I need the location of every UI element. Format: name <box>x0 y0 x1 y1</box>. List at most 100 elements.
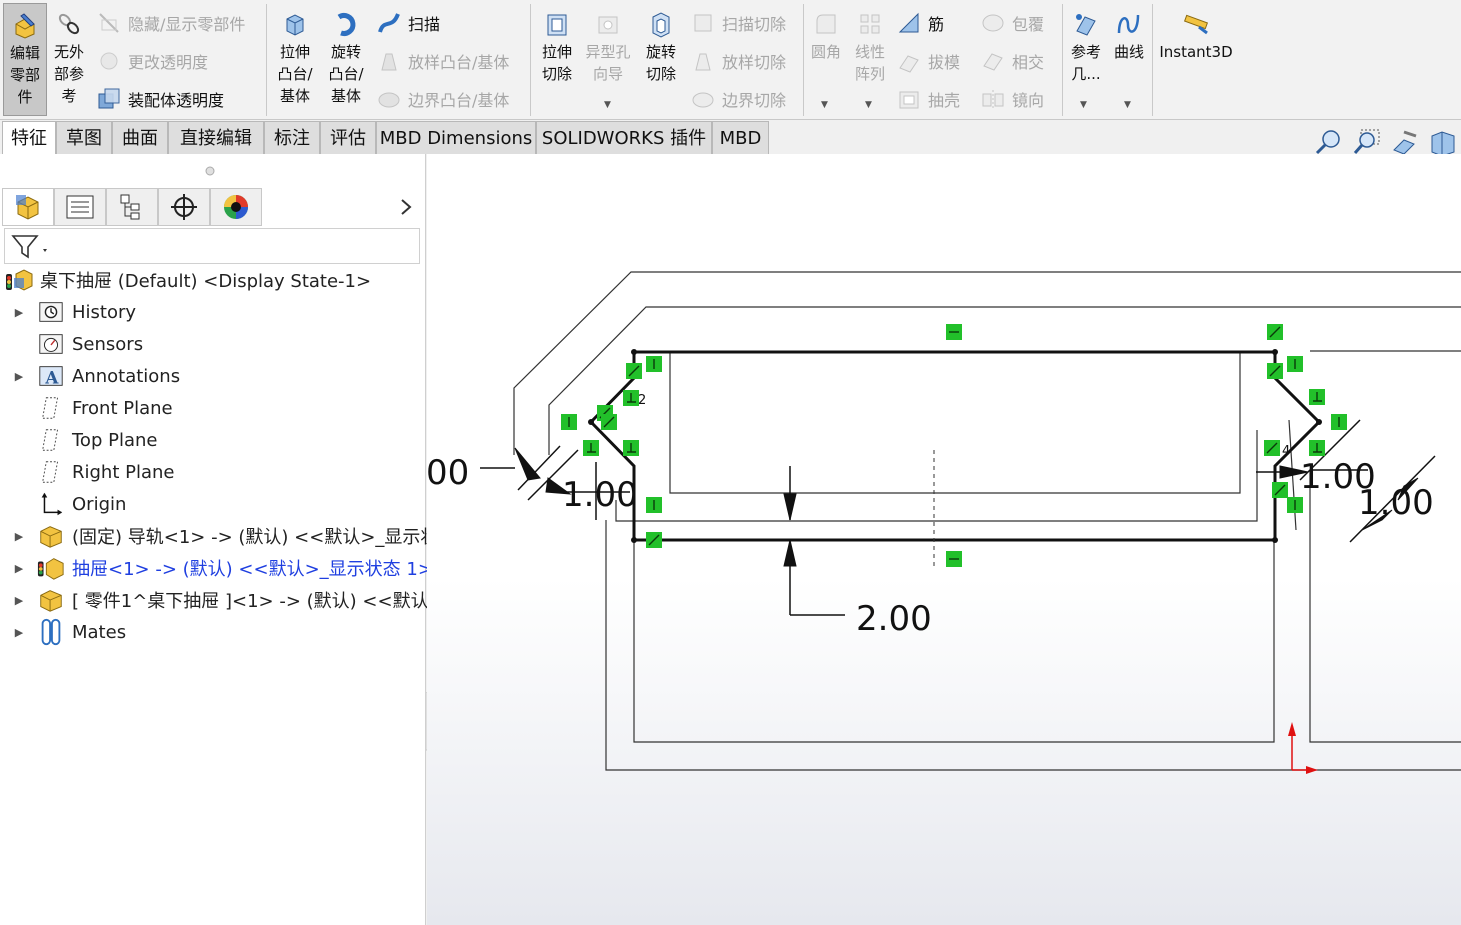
sketch-point[interactable] <box>631 537 637 543</box>
loft-cut-button[interactable]: 放样切除 <box>690 46 786 76</box>
sweep-button[interactable]: 扫描 <box>376 8 440 38</box>
expand-arrow-icon[interactable]: ▶ <box>12 370 26 383</box>
tree-item[interactable]: ▶ A Annotations <box>0 360 180 392</box>
sketch-point[interactable] <box>631 349 637 355</box>
chain-link-icon <box>58 13 80 35</box>
history-icon <box>39 302 63 322</box>
sketch-point[interactable] <box>588 419 594 425</box>
hole-wizard-dropdown-icon[interactable]: ▼ <box>604 100 611 110</box>
dimension-left-partial[interactable]: 00 <box>427 453 469 493</box>
hide-show-components-button[interactable]: 隐藏/显示零部件 <box>96 8 245 38</box>
tree-item[interactable]: ▶ (固定) 导轨<1> -> (默认) <<默认>_显示状态 <box>0 520 456 552</box>
intersect-button[interactable]: 相交 <box>980 46 1044 76</box>
extrude-boss-button[interactable]: 拉伸 凸台/ 基体 <box>272 3 318 116</box>
ribbon-separator <box>530 4 531 116</box>
tree-item[interactable]: ▶ History <box>0 296 136 328</box>
filter-icon[interactable] <box>9 233 49 261</box>
tree-root-label: 桌下抽屉 (Default) <Display State-1> <box>40 271 372 292</box>
graphics-area[interactable]: 2.00 00 1.00 1.00 1.00 2 4 <box>427 154 1461 925</box>
plane-icon <box>42 429 59 451</box>
tab-sketch[interactable]: 草图 <box>56 121 112 154</box>
tab-direct-editing[interactable]: 直接编辑 <box>168 121 264 154</box>
dimension-left-value[interactable]: 1.00 <box>562 475 638 515</box>
chevron-right-icon[interactable] <box>396 196 416 218</box>
section-view-icon[interactable] <box>1428 128 1458 156</box>
assembly-transparency-button[interactable]: 装配体透明度 <box>96 84 224 114</box>
tab-surfaces[interactable]: 曲面 <box>112 121 168 154</box>
no-external-refs-button[interactable]: 无外 部参 考 <box>49 3 89 116</box>
edit-part-button[interactable]: 编辑 零部 件 <box>3 3 47 116</box>
tree-filter[interactable] <box>4 228 420 264</box>
linear-pattern-dropdown-icon[interactable]: ▼ <box>865 100 872 110</box>
pane-grip-icon[interactable] <box>205 166 215 176</box>
sweep-cut-icon <box>694 14 712 32</box>
extrude-cut-button[interactable]: 拉伸 切除 <box>535 3 579 116</box>
feature-manager-pane: 桌下抽屉 (Default) <Display State-1> ▶ Histor… <box>0 154 456 925</box>
tree-item[interactable]: Sensors <box>0 328 143 360</box>
sweep-cut-button[interactable]: 扫描切除 <box>690 8 786 38</box>
dimension-bottom-value[interactable]: 2.00 <box>856 599 932 639</box>
dimension-right-value-2[interactable]: 1.00 <box>1358 483 1434 523</box>
zoom-to-area-icon[interactable] <box>1352 128 1382 156</box>
tab-solidworks-addins[interactable]: SOLIDWORKS 插件 <box>536 121 712 154</box>
draft-button[interactable]: 拔模 <box>896 46 960 76</box>
sweep-icon <box>378 13 400 33</box>
sketch-canvas[interactable]: 2.00 00 1.00 1.00 1.00 2 4 <box>427 154 1461 925</box>
tab-mbd-dimensions[interactable]: MBD Dimensions <box>376 121 536 154</box>
sketch-point[interactable] <box>1316 419 1322 425</box>
tab-configuration-manager[interactable] <box>106 188 158 226</box>
sketch-profile[interactable] <box>588 350 1322 542</box>
sweep-cut-label: 扫描切除 <box>722 15 787 34</box>
revolve-cut-button[interactable]: 旋转 切除 <box>638 3 684 116</box>
linear-pattern-label-2: 阵列 <box>854 65 885 83</box>
revolve-boss-button[interactable]: 旋转 凸台/ 基体 <box>322 3 370 116</box>
shell-button[interactable]: 抽壳 <box>896 84 960 114</box>
tab-display-manager[interactable] <box>210 188 262 226</box>
sketch-point[interactable] <box>1272 537 1278 543</box>
tree-root[interactable]: 桌下抽屉 (Default) <Display State-1> <box>0 264 371 296</box>
hole-wizard-label-2: 向导 <box>592 65 623 83</box>
expand-arrow-icon[interactable]: ▶ <box>12 530 26 543</box>
change-transparency-button[interactable]: 更改透明度 <box>96 46 208 76</box>
curves-dropdown-icon[interactable]: ▼ <box>1124 100 1131 110</box>
configuration-manager-icon <box>120 194 140 220</box>
wrap-button[interactable]: 包覆 <box>980 8 1044 38</box>
extrude-boss-label-1: 拉伸 <box>279 43 310 61</box>
ribbon-separator <box>803 4 804 116</box>
tab-features[interactable]: 特征 <box>2 121 56 154</box>
previous-view-icon[interactable] <box>1390 128 1420 156</box>
tree-item[interactable]: Right Plane <box>0 456 175 488</box>
extrude-boss-label-2: 凸台/ <box>277 65 313 83</box>
expand-arrow-icon[interactable]: ▶ <box>12 626 26 639</box>
tree-item[interactable]: ▶ 抽屉<1> -> (默认) <<默认>_显示状态 1> <box>0 552 433 584</box>
reference-geometry-dropdown-icon[interactable]: ▼ <box>1080 100 1087 110</box>
tab-feature-manager[interactable] <box>2 188 54 226</box>
mirror-button[interactable]: 镜向 <box>980 84 1044 114</box>
sketch-point[interactable] <box>1272 349 1278 355</box>
revolve-cut-icon <box>652 12 670 38</box>
boundary-boss-button[interactable]: 边界凸台/基体 <box>376 84 509 114</box>
tree-item[interactable]: ▶ Mates <box>0 616 126 648</box>
tree-item[interactable]: Front Plane <box>0 392 173 424</box>
instant3d-button[interactable]: Instant3D <box>1156 3 1236 116</box>
zoom-to-fit-icon[interactable] <box>1314 128 1344 156</box>
expand-arrow-icon[interactable]: ▶ <box>12 562 26 575</box>
tree-item[interactable]: Top Plane <box>0 424 157 456</box>
no-external-refs-label-2: 部参 <box>53 65 84 83</box>
tab-evaluate[interactable]: 评估 <box>320 121 376 154</box>
rib-button[interactable]: 筋 <box>896 8 944 38</box>
loft-boss-button[interactable]: 放样凸台/基体 <box>376 46 509 76</box>
tab-markup[interactable]: 标注 <box>264 121 320 154</box>
tab-dimxpert-manager[interactable] <box>158 188 210 226</box>
boundary-cut-button[interactable]: 边界切除 <box>690 84 786 114</box>
relation-label: 2 <box>638 393 646 408</box>
expand-arrow-icon[interactable]: ▶ <box>12 306 26 319</box>
tab-property-manager[interactable] <box>54 188 106 226</box>
tree-item[interactable]: Origin <box>0 488 126 520</box>
tree-item-label: 抽屉<1> -> (默认) <<默认>_显示状态 1> <box>72 559 433 580</box>
expand-arrow-icon[interactable]: ▶ <box>12 594 26 607</box>
tree-item[interactable]: ▶ [ 零件1^桌下抽屉 ]<1> -> (默认) <<默认> <box>0 584 444 616</box>
fillet-dropdown-icon[interactable]: ▼ <box>821 100 828 110</box>
ribbon-separator <box>1152 4 1153 116</box>
tab-mbd[interactable]: MBD <box>712 121 769 154</box>
